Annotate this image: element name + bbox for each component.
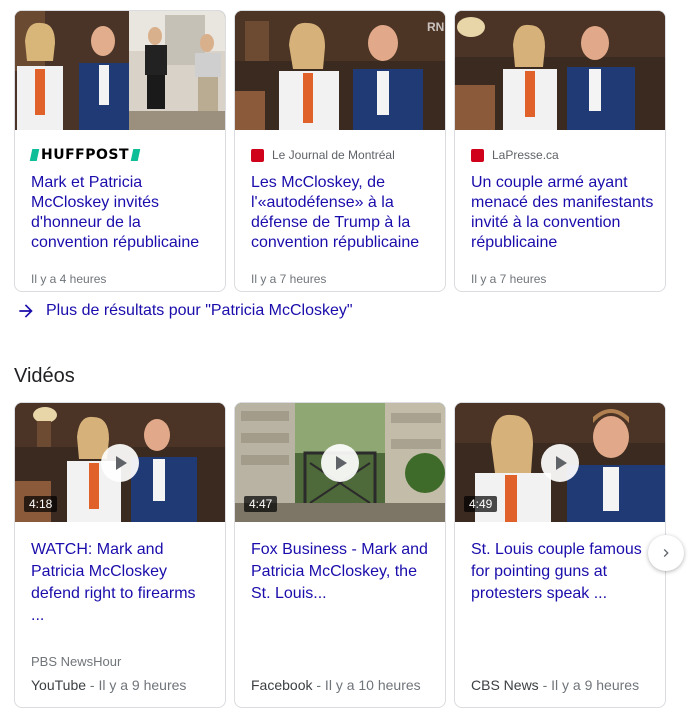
- video-thumbnail[interactable]: 4:18: [15, 403, 225, 522]
- video-meta: CBS News - Il y a 9 heures: [471, 677, 639, 693]
- news-title-link[interactable]: Mark et Patricia McCloskey invités d'hon…: [31, 173, 216, 253]
- news-source: Le Journal de Montréal: [251, 147, 395, 163]
- news-card[interactable]: HUFFPOST Mark et Patricia McCloskey invi…: [14, 10, 226, 292]
- news-source: HUFFPOST: [29, 147, 141, 163]
- videos-heading: Vidéos: [14, 365, 75, 387]
- video-card[interactable]: 4:47 Fox Business - Mark and Patricia Mc…: [234, 402, 446, 708]
- video-title-link[interactable]: St. Louis couple famous for pointing gun…: [471, 539, 651, 605]
- video-thumbnail[interactable]: 4:47: [235, 403, 445, 522]
- lapresse-favicon-icon: [471, 148, 484, 162]
- video-time: - Il y a 10 heures: [312, 677, 421, 693]
- carousel-next-button[interactable]: [648, 535, 684, 571]
- video-card[interactable]: 4:49 St. Louis couple famous for pointin…: [454, 402, 666, 708]
- arrow-right-icon: [19, 304, 33, 318]
- video-card[interactable]: 4:18 WATCH: Mark and Patricia McCloskey …: [14, 402, 226, 708]
- news-time: Il y a 7 heures: [251, 272, 327, 286]
- play-button[interactable]: [101, 443, 139, 482]
- video-thumbnail[interactable]: 4:49: [455, 403, 665, 522]
- video-platform: CBS News: [471, 677, 539, 693]
- more-results-label: Plus de résultats pour "Patricia McClosk…: [46, 302, 353, 319]
- play-button[interactable]: [321, 443, 359, 482]
- video-time: - Il y a 9 heures: [538, 677, 640, 693]
- video-channel: PBS NewsHour: [31, 654, 122, 669]
- news-title-link[interactable]: Un couple armé ayant menacé des manifest…: [471, 173, 656, 253]
- news-title-link[interactable]: Les McCloskey, de l'«autodéfense» à la d…: [251, 173, 436, 253]
- video-platform: Facebook: [251, 677, 313, 693]
- video-time: - Il y a 9 heures: [86, 677, 187, 693]
- news-time: Il y a 7 heures: [471, 272, 547, 286]
- video-duration: 4:49: [464, 496, 498, 512]
- video-meta: Facebook - Il y a 10 heures: [251, 677, 421, 693]
- svg-text:RN: RN: [427, 20, 444, 34]
- news-card[interactable]: LaPresse.ca Un couple armé ayant menacé …: [454, 10, 666, 292]
- video-meta: YouTube - Il y a 9 heures: [31, 677, 186, 693]
- news-card[interactable]: RN Le Journal de Montréal Les McCloskey,…: [234, 10, 446, 292]
- video-duration: 4:47: [244, 496, 278, 512]
- news-thumbnail[interactable]: RN: [235, 11, 445, 130]
- play-button[interactable]: [541, 443, 579, 482]
- more-results-link[interactable]: Plus de résultats pour "Patricia McClosk…: [16, 301, 353, 321]
- chevron-right-icon: [663, 549, 669, 557]
- journal-favicon-icon: [251, 148, 264, 162]
- news-time: Il y a 4 heures: [31, 272, 107, 286]
- video-platform: YouTube: [31, 677, 87, 693]
- news-thumbnail[interactable]: [455, 11, 665, 130]
- news-thumbnail[interactable]: [15, 11, 225, 130]
- play-icon: [336, 455, 347, 470]
- huffpost-bar-icon: [130, 149, 141, 161]
- video-title-link[interactable]: Fox Business - Mark and Patricia McClosk…: [251, 539, 431, 605]
- huffpost-logo: HUFFPOST: [29, 147, 141, 163]
- news-source: LaPresse.ca: [471, 147, 559, 163]
- play-icon: [116, 455, 127, 470]
- video-title-link[interactable]: WATCH: Mark and Patricia McCloskey defen…: [31, 539, 211, 627]
- huffpost-bar-icon: [29, 149, 40, 161]
- play-icon: [556, 455, 567, 470]
- video-duration: 4:18: [24, 496, 58, 512]
